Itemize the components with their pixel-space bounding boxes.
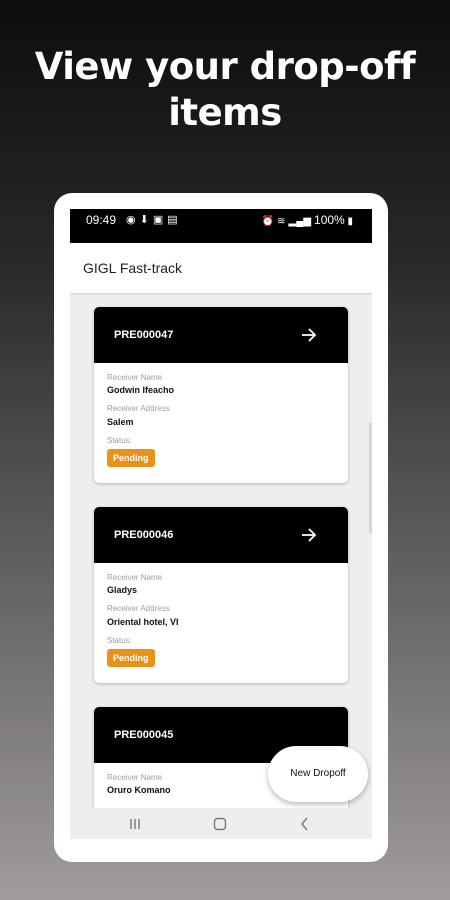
- recent-apps-icon[interactable]: [127, 816, 143, 832]
- promo-headline-line1: View your drop-off: [34, 45, 416, 88]
- system-nav-bar: [70, 808, 372, 839]
- phone-frame: 09:49 ◉⬇▣▤ ⏰ ≋ ▂▄▆ 100% ▮ GIGL Fast-track P…: [54, 193, 388, 862]
- status-bar: 09:49 ◉⬇▣▤ ⏰ ≋ ▂▄▆ 100% ▮: [70, 209, 372, 243]
- alarm-icon: ⏰: [261, 216, 275, 227]
- message-icon: ▤: [167, 214, 182, 226]
- receiver-name-label: Receiver Name: [107, 773, 163, 782]
- receiver-name-label: Receiver Name: [107, 373, 163, 382]
- battery-icon: ▮: [344, 216, 353, 227]
- status-notification-icons: ◉⬇▣▤: [126, 213, 182, 226]
- status-label: Status:: [107, 636, 132, 645]
- scrollbar[interactable]: [369, 423, 372, 533]
- home-icon[interactable]: [212, 816, 228, 832]
- receiver-address-label: Receiver Address: [107, 404, 170, 413]
- notification-icon: ◉: [126, 214, 140, 226]
- dropoff-list[interactable]: PRE000047 Receiver Name Godwin Ifeacho R…: [70, 293, 372, 808]
- status-badge: Pending: [107, 449, 155, 467]
- arrow-right-icon[interactable]: [301, 527, 317, 543]
- receiver-name: Oruro Komano: [107, 785, 171, 795]
- status-time: 09:49: [86, 213, 117, 227]
- receiver-address: Salem: [107, 417, 134, 427]
- battery-percent: 100%: [314, 213, 345, 227]
- status-label: Status:: [107, 436, 132, 445]
- download-icon: ⬇: [139, 214, 153, 226]
- receiver-address-label: Receiver Address: [107, 604, 170, 613]
- promo-headline: View your drop-off items: [0, 44, 450, 136]
- dropoff-id: PRE000046: [114, 529, 174, 541]
- receiver-address: Oriental hotel, VI: [107, 617, 179, 627]
- dropoff-card[interactable]: PRE000047 Receiver Name Godwin Ifeacho R…: [94, 307, 348, 483]
- arrow-right-icon[interactable]: [301, 327, 317, 343]
- promo-headline-line2: items: [168, 91, 282, 134]
- receiver-name: Gladys: [107, 585, 138, 595]
- receiver-name-label: Receiver Name: [107, 573, 163, 582]
- new-dropoff-button[interactable]: New Dropoff: [268, 746, 368, 802]
- image-icon: ▣: [152, 214, 168, 226]
- status-badge: Pending: [107, 649, 155, 667]
- back-icon[interactable]: [297, 816, 313, 832]
- dropoff-id: PRE000045: [114, 729, 174, 741]
- dropoff-card-header[interactable]: PRE000046: [94, 507, 348, 563]
- dropoff-card-header[interactable]: PRE000047: [94, 307, 348, 363]
- status-system-icons: ⏰ ≋ ▂▄▆ 100% ▮: [262, 213, 356, 227]
- app-title: GIGL Fast-track: [83, 260, 183, 276]
- phone-screen: 09:49 ◉⬇▣▤ ⏰ ≋ ▂▄▆ 100% ▮ GIGL Fast-track P…: [70, 209, 372, 839]
- signal-icon: ▂▄▆: [288, 216, 312, 227]
- dropoff-card[interactable]: PRE000046 Receiver Name Gladys Receiver …: [94, 507, 348, 683]
- dropoff-id: PRE000047: [114, 329, 174, 341]
- wifi-icon: ≋: [277, 216, 286, 227]
- app-bar: GIGL Fast-track: [70, 243, 372, 293]
- receiver-name: Godwin Ifeacho: [107, 385, 175, 395]
